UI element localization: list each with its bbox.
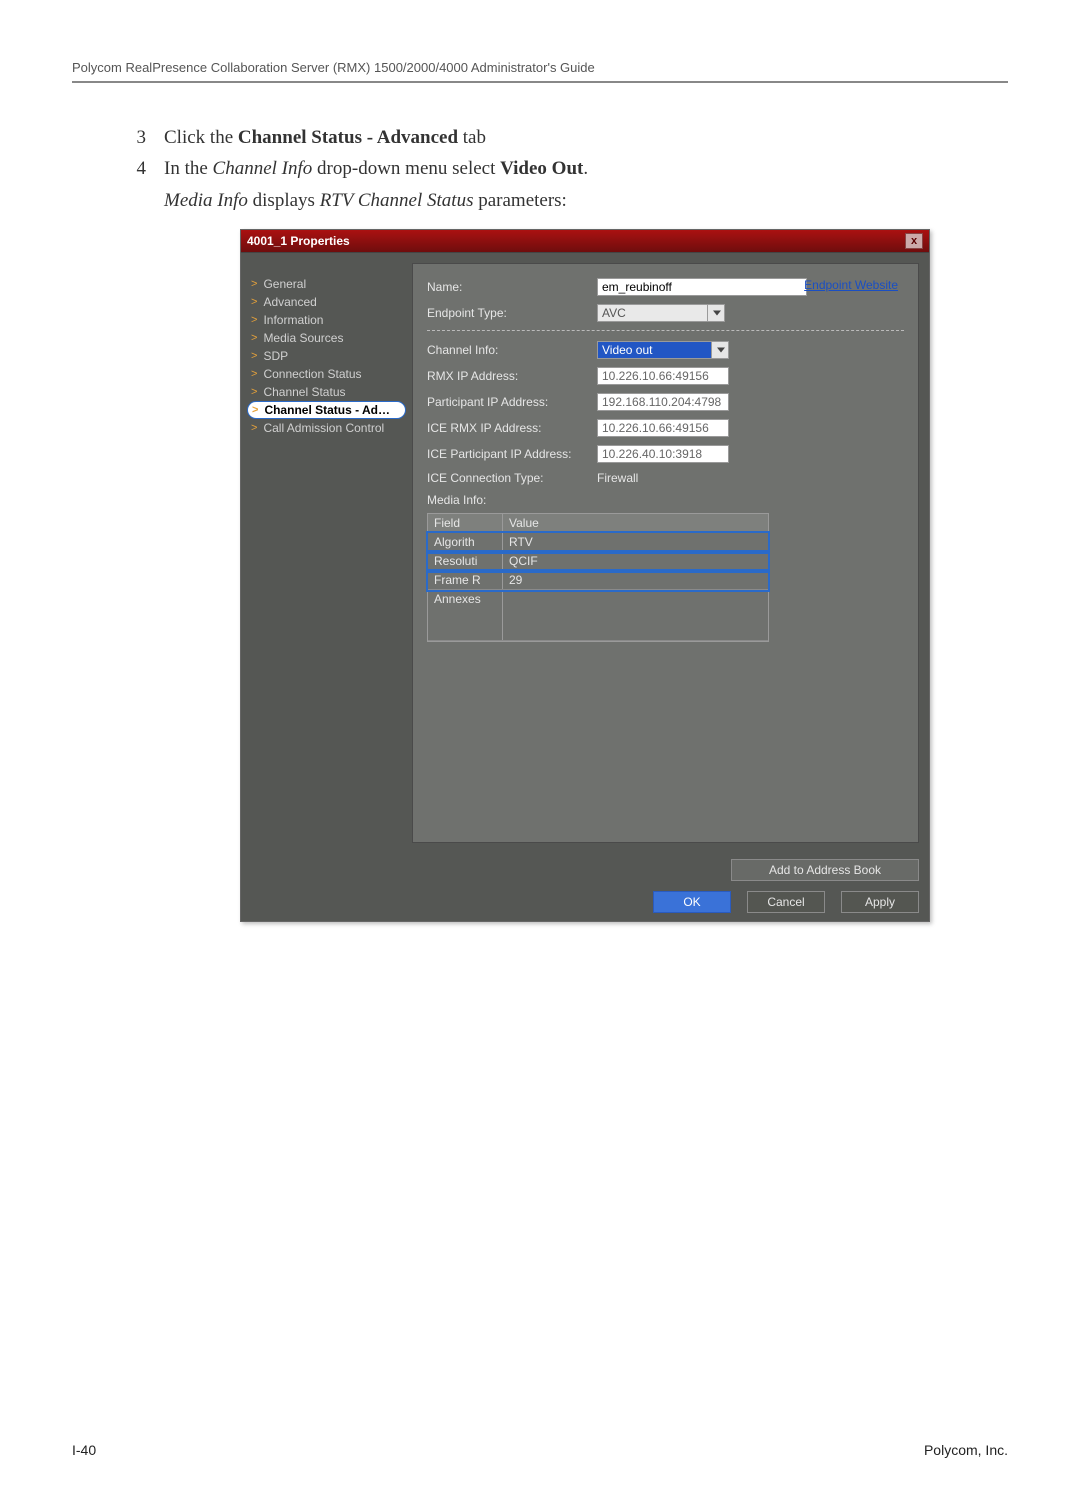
col-value-header: Value <box>503 514 768 532</box>
step-text: Click the Channel Status - Advanced tab <box>164 123 1008 152</box>
page-footer: I-40 Polycom, Inc. <box>72 1442 1008 1458</box>
cell-field: Annexes <box>428 590 503 640</box>
cell-value <box>503 590 768 640</box>
nav-item[interactable]: > SDP <box>251 347 406 365</box>
nav-item-label: Information <box>263 313 323 327</box>
dialog-nav: > General > Advanced > Information > Media Sour… <box>241 253 412 853</box>
step-4: 4 In the Channel Info drop-down menu sel… <box>72 154 1008 183</box>
header-rule <box>72 81 1008 83</box>
nav-item-label: Advanced <box>263 295 316 309</box>
nav-item-label: General <box>263 277 306 291</box>
label-ice-conn-type: ICE Connection Type: <box>427 471 597 485</box>
chevron-down-icon <box>711 342 728 358</box>
cancel-button[interactable]: Cancel <box>747 891 825 913</box>
nav-item[interactable]: > Media Sources <box>251 329 406 347</box>
chevron-right-icon: > <box>251 314 257 326</box>
nav-item-label: Channel Status <box>263 385 345 399</box>
label-channel-info: Channel Info: <box>427 343 597 357</box>
participant-ip-field[interactable] <box>597 393 729 411</box>
nav-item-label: Connection Status <box>263 367 361 381</box>
nav-item[interactable]: > Channel Status - Ad… <box>247 401 406 419</box>
running-header: Polycom RealPresence Collaboration Serve… <box>72 60 1008 75</box>
table-header: Field Value <box>428 514 768 533</box>
label-name: Name: <box>427 280 597 294</box>
chevron-right-icon: > <box>251 350 257 362</box>
cell-value: QCIF <box>503 552 768 570</box>
chevron-right-icon: > <box>251 332 257 344</box>
media-info-table: Field Value AlgorithRTVResolutiQCIFFrame… <box>427 513 769 642</box>
name-field[interactable] <box>597 278 807 296</box>
footer-company: Polycom, Inc. <box>924 1442 1008 1458</box>
endpoint-type-select[interactable]: AVC <box>597 304 725 322</box>
nav-item-label: Call Admission Control <box>263 421 384 435</box>
cell-value: 29 <box>503 571 768 589</box>
separator <box>427 330 904 331</box>
label-endpoint-type: Endpoint Type: <box>427 306 597 320</box>
ice-rmx-ip-field[interactable] <box>597 419 729 437</box>
nav-item[interactable]: > Channel Status <box>251 383 406 401</box>
chevron-right-icon: > <box>251 368 257 380</box>
label-ice-participant-ip: ICE Participant IP Address: <box>427 447 597 461</box>
ok-button[interactable]: OK <box>653 891 731 913</box>
chevron-right-icon: > <box>251 296 257 308</box>
chevron-right-icon: > <box>251 278 257 290</box>
chevron-right-icon: > <box>251 386 257 398</box>
table-row: ResolutiQCIF <box>428 552 768 571</box>
step-4-continuation: Media Info displays RTV Channel Status p… <box>164 186 1008 215</box>
rmx-ip-field[interactable] <box>597 367 729 385</box>
endpoint-website-link[interactable]: Endpoint Website <box>804 278 898 292</box>
label-participant-ip: Participant IP Address: <box>427 395 597 409</box>
ice-conn-type-value: Firewall <box>597 471 638 485</box>
step-3: 3 Click the Channel Status - Advanced ta… <box>72 123 1008 152</box>
step-number: 3 <box>130 123 146 152</box>
nav-item[interactable]: > General <box>251 275 406 293</box>
nav-item-label: SDP <box>263 349 288 363</box>
close-icon[interactable]: x <box>905 233 923 249</box>
step-number: 4 <box>130 154 146 183</box>
nav-item-label: Channel Status - Ad… <box>264 403 390 417</box>
chevron-right-icon: > <box>252 404 258 416</box>
nav-item[interactable]: > Connection Status <box>251 365 406 383</box>
dialog-titlebar: 4001_1 Properties x <box>241 230 929 253</box>
table-row: Frame R29 <box>428 571 768 590</box>
nav-item[interactable]: > Advanced <box>251 293 406 311</box>
apply-button[interactable]: Apply <box>841 891 919 913</box>
chevron-down-icon <box>707 305 724 321</box>
dialog-title: 4001_1 Properties <box>247 234 350 248</box>
ice-participant-ip-field[interactable] <box>597 445 729 463</box>
dialog-pane: Endpoint Website Name: Endpoint Type: AV… <box>412 263 919 843</box>
table-row: AlgorithRTV <box>428 533 768 552</box>
chevron-right-icon: > <box>251 422 257 434</box>
properties-dialog: 4001_1 Properties x > General > Advanced > In… <box>240 229 930 922</box>
dialog-footer: Add to Address Book OK Cancel Apply <box>241 853 929 921</box>
step-text: In the Channel Info drop-down menu selec… <box>164 154 1008 183</box>
table-row: Annexes <box>428 590 768 641</box>
channel-info-select[interactable]: Video out <box>597 341 729 359</box>
cell-field: Algorith <box>428 533 503 551</box>
page-number: I-40 <box>72 1442 96 1458</box>
nav-item[interactable]: > Call Admission Control <box>251 419 406 437</box>
nav-item[interactable]: > Information <box>251 311 406 329</box>
col-field-header: Field <box>428 514 503 532</box>
label-rmx-ip: RMX IP Address: <box>427 369 597 383</box>
add-to-address-book-button[interactable]: Add to Address Book <box>731 859 919 881</box>
cell-value: RTV <box>503 533 768 551</box>
cell-field: Resoluti <box>428 552 503 570</box>
label-ice-rmx-ip: ICE RMX IP Address: <box>427 421 597 435</box>
nav-item-label: Media Sources <box>263 331 343 345</box>
cell-field: Frame R <box>428 571 503 589</box>
label-media-info: Media Info: <box>427 493 904 507</box>
